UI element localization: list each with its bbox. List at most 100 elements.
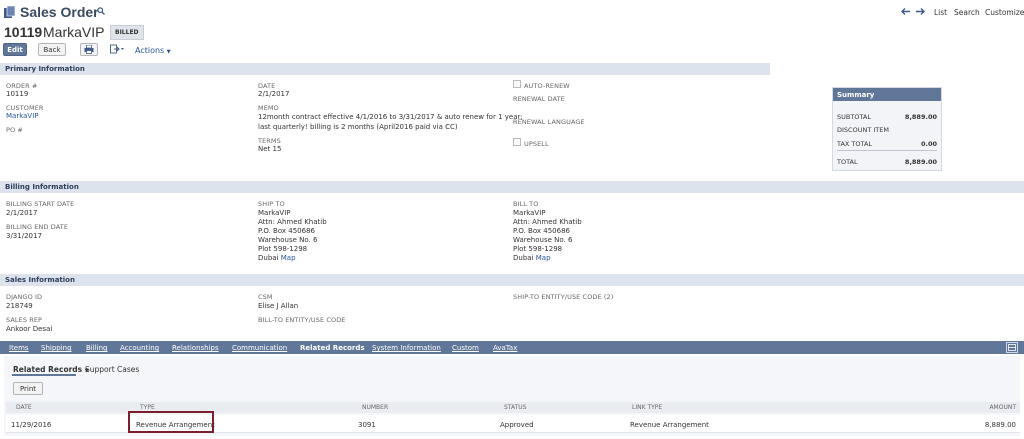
renewal-language-label: RENEWAL LANGUAGE — [513, 118, 585, 126]
edit-button[interactable]: Edit — [3, 43, 27, 56]
django-id-label: DJANGO ID — [6, 293, 43, 301]
auto-renew-label: AUTO-RENEW — [524, 82, 570, 90]
back-button[interactable]: Back — [38, 43, 66, 56]
address-line: Warehouse No. 6 — [513, 236, 573, 244]
bill-to-label: BILL TO — [513, 200, 539, 208]
summary-subtotal: SUBTOTAL 8,889.00 — [837, 113, 937, 121]
print-button[interactable] — [80, 43, 98, 56]
address-city: Dubai — [513, 254, 534, 262]
search-icon[interactable] — [97, 7, 105, 17]
sales-order-icon — [4, 5, 16, 21]
row-link-type: Revenue Arrangement — [630, 421, 709, 429]
bill-map-link[interactable]: Map — [536, 254, 551, 262]
billing-start-label: BILLING START DATE — [6, 200, 75, 208]
address-line: MarkaVIP — [258, 209, 291, 217]
django-id-value: 218749 — [6, 302, 33, 310]
address-line: P.O. Box 450686 — [513, 227, 570, 235]
tab-custom[interactable]: Custom — [452, 344, 479, 352]
tab-related-records[interactable]: Related Records — [300, 344, 365, 352]
tab-accounting[interactable]: Accounting — [120, 344, 159, 352]
subtab-support-cases[interactable]: Support Cases — [85, 365, 139, 374]
page-title: Sales Order — [20, 4, 99, 20]
ship-map-link[interactable]: Map — [281, 254, 296, 262]
subtab-related-records[interactable]: Related Records ▼ — [13, 365, 89, 374]
tab-system-information[interactable]: System Information — [372, 344, 441, 352]
address-line: Attn: Ahmed Khatib — [258, 218, 327, 226]
tab-avatax[interactable]: AvaTax — [493, 344, 517, 352]
address-line: Plot 598-1298 — [513, 245, 563, 253]
sales-rep-value: Ankoor Desai — [6, 325, 53, 333]
nav-customize[interactable]: Customize — [985, 8, 1024, 17]
summary-total: TOTAL 8,889.00 — [837, 158, 937, 166]
tab-relationships[interactable]: Relationships — [172, 344, 219, 352]
date-label: DATE — [258, 82, 276, 90]
col-type: TYPE — [140, 404, 155, 411]
summary-box: Summary SUBTOTAL 8,889.00 DISCOUNT ITEM T… — [832, 87, 942, 171]
address-line: Warehouse No. 6 — [258, 236, 318, 244]
billing-end-value: 3/31/2017 — [6, 232, 42, 240]
auto-renew-checkbox[interactable] — [513, 80, 521, 88]
order-value: 10119 — [6, 90, 29, 98]
subtotal-label: SUBTOTAL — [837, 113, 871, 121]
bill-to-address: MarkaVIP Attn: Ahmed Khatib P.O. Box 450… — [513, 209, 582, 263]
highlight-box — [128, 411, 214, 433]
address-line: Plot 598-1298 — [258, 245, 308, 253]
memo-line-2: last quarterly! billing is 2 months (Apr… — [258, 123, 458, 131]
tax-label: TAX TOTAL — [837, 140, 873, 148]
section-title: Primary Information — [5, 65, 85, 73]
chevron-down-icon: ▼ — [166, 49, 171, 55]
nav-search[interactable]: Search — [954, 8, 980, 17]
memo-label: MEMO — [258, 104, 279, 112]
po-label: PO # — [6, 126, 23, 134]
order-label: ORDER # — [6, 82, 38, 90]
summary-discount: DISCOUNT ITEM — [837, 126, 937, 134]
summary-tax: TAX TOTAL 0.00 — [837, 140, 937, 148]
csm-label: CSM — [258, 293, 273, 301]
ship-to-address: MarkaVIP Attn: Ahmed Khatib P.O. Box 450… — [258, 209, 327, 263]
ship-to-label: SHIP TO — [258, 200, 285, 208]
summary-title: Summary — [833, 88, 941, 101]
total-label: TOTAL — [837, 158, 858, 166]
record-name: MarkaVIP — [43, 24, 105, 40]
collapse-icon[interactable] — [1006, 342, 1018, 353]
sales-info-header: Sales Information — [0, 274, 1024, 286]
tax-value: 0.00 — [920, 140, 937, 148]
billing-info-header: Billing Information — [0, 181, 1024, 193]
tab-communication[interactable]: Communication — [232, 344, 287, 352]
nav-list[interactable]: List — [934, 8, 947, 17]
row-date-link[interactable]: 11/29/2016 — [11, 421, 51, 429]
col-amount: AMOUNT — [989, 404, 1016, 411]
new-record-icon[interactable] — [110, 44, 124, 56]
printer-icon — [84, 44, 94, 54]
address-city: Dubai — [258, 254, 279, 262]
section-title: Sales Information — [5, 276, 75, 284]
sales-rep-label: SALES REP — [6, 316, 43, 324]
billing-start-value: 2/1/2017 — [6, 209, 38, 217]
address-line: P.O. Box 450686 — [258, 227, 315, 235]
upsell-label: UPSELL — [524, 140, 549, 148]
customer-label: CUSTOMER — [6, 104, 44, 112]
primary-info-header: Primary Information — [0, 63, 770, 75]
back-arrow-icon[interactable] — [901, 8, 910, 17]
col-status: STATUS — [504, 404, 527, 411]
row-number: 3091 — [358, 421, 376, 429]
terms-label: TERMS — [258, 137, 281, 145]
forward-arrow-icon[interactable] — [916, 8, 925, 17]
subtab-underline — [12, 374, 76, 376]
renewal-date-label: RENEWAL DATE — [513, 95, 565, 103]
customer-link[interactable]: MarkaVIP — [6, 112, 39, 120]
row-status: Approved — [500, 421, 534, 429]
actions-menu[interactable]: Actions ▼ — [135, 46, 171, 55]
related-print-button[interactable]: Print — [13, 382, 43, 395]
subtab-bar: Items Shipping Billing Accounting Relati… — [0, 341, 1024, 354]
upsell-checkbox[interactable] — [513, 138, 521, 146]
address-line: Attn: Ahmed Khatib — [513, 218, 582, 226]
tab-billing[interactable]: Billing — [86, 344, 107, 352]
memo-line-1: 12month contract effective 4/1/2016 to 3… — [258, 113, 523, 121]
billing-end-label: BILLING END DATE — [6, 223, 69, 231]
tab-shipping[interactable]: Shipping — [41, 344, 72, 352]
bill-entity-label: BILL-TO ENTITY/USE CODE — [258, 316, 346, 324]
ship-entity-label: SHIP-TO ENTITY/USE CODE (2) — [513, 293, 614, 301]
tab-items[interactable]: Items — [9, 344, 29, 352]
col-link-type: LINK TYPE — [632, 404, 663, 411]
